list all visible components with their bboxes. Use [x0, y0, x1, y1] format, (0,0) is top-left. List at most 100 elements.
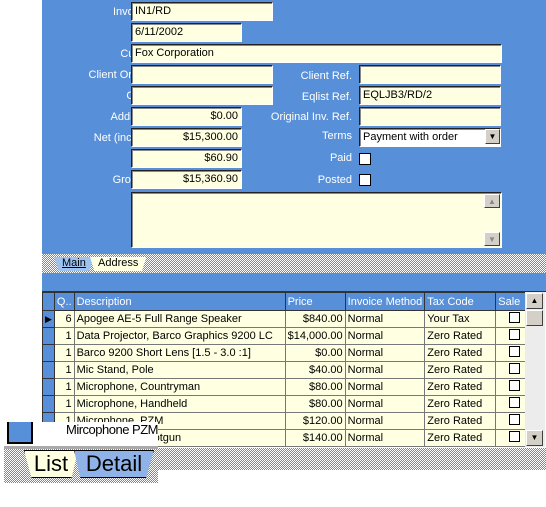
qty-cell[interactable]: 1: [53, 344, 75, 362]
header-tax-code[interactable]: Tax Code: [424, 292, 497, 311]
original-inv-input[interactable]: [359, 107, 501, 126]
invoice-method-cell[interactable]: Normal: [344, 378, 426, 396]
grid-header: Q.. Description Price Invoice Method Tax…: [42, 292, 535, 311]
table-row[interactable]: ▶ 6 Apogee AE-5 Full Range Speaker $840.00 N…: [42, 310, 535, 328]
terms-value: Payment with order: [363, 131, 458, 143]
qty-cell[interactable]: 1: [53, 395, 75, 413]
table-row[interactable]: 1 Mic Stand, Pole $40.00 Normal Zero Rated: [42, 361, 535, 379]
invoice-method-cell[interactable]: Normal: [344, 412, 426, 430]
row-indicator[interactable]: [42, 378, 55, 396]
terms-select[interactable]: Payment with order ▼: [359, 128, 501, 147]
price-cell[interactable]: $140.00: [284, 429, 346, 447]
tab-detail[interactable]: Detail: [74, 450, 154, 478]
invoice-method-cell[interactable]: Normal: [344, 344, 426, 362]
eqlist-ref-input[interactable]: EQLJB3/RD/2: [359, 86, 501, 105]
eqlist-ref-label: Eqlist Ref.: [301, 91, 352, 103]
qty-cell[interactable]: 1: [53, 327, 75, 345]
paid-label: Paid: [329, 152, 352, 164]
sale-checkbox[interactable]: [509, 363, 521, 374]
inset-indicator-cell: [7, 422, 33, 444]
description-cell[interactable]: Apogee AE-5 Full Range Speaker: [73, 310, 286, 328]
table-row[interactable]: 1 Microphone, Handheld $80.00 Normal Zero Ra…: [42, 395, 535, 413]
table-row[interactable]: 1 Data Projector, Barco Graphics 9200 LC $…: [42, 327, 535, 345]
invoice-no-input[interactable]: IN1/RD: [131, 2, 273, 21]
price-cell[interactable]: $80.00: [284, 378, 346, 396]
invoice-method-cell[interactable]: Normal: [344, 395, 426, 413]
row-indicator[interactable]: ▶: [42, 310, 55, 328]
header-description[interactable]: Description: [73, 292, 286, 311]
inset-text-fragment: Mircophone PZM: [66, 422, 158, 437]
scroll-thumb[interactable]: [526, 310, 543, 326]
tab-address[interactable]: Address: [90, 257, 147, 271]
posted-checkbox[interactable]: [359, 174, 371, 186]
qty-cell[interactable]: 1: [53, 378, 75, 396]
description-cell[interactable]: Mic Stand, Pole: [73, 361, 286, 379]
price-cell[interactable]: $120.00: [284, 412, 346, 430]
table-row[interactable]: 1 Microphone, Countryman $80.00 Normal Zero …: [42, 378, 535, 396]
header-price[interactable]: Price: [284, 292, 346, 311]
original-inv-label: Original Inv. Ref.: [270, 111, 352, 123]
invoice-method-cell[interactable]: Normal: [344, 361, 426, 379]
paid-checkbox[interactable]: [359, 153, 371, 165]
tax-code-cell[interactable]: Zero Rated: [424, 395, 497, 413]
header-indicator: [42, 292, 55, 311]
client-ref-input[interactable]: [359, 65, 501, 84]
view-tabs-inset: Mircophone PZM List Detail: [4, 422, 158, 483]
invoice-form-panel: Invoice No. IN1/RD Date 6/11/2002 Custom…: [42, 0, 546, 292]
sale-checkbox[interactable]: [509, 414, 521, 425]
tab-list[interactable]: List: [24, 450, 78, 478]
scroll-up-icon[interactable]: ▲: [526, 293, 543, 309]
row-indicator[interactable]: [42, 395, 55, 413]
sale-checkbox[interactable]: [509, 397, 521, 408]
tab-main[interactable]: Main: [54, 257, 94, 271]
sale-checkbox[interactable]: [509, 431, 521, 442]
tax-code-cell[interactable]: Zero Rated: [424, 344, 497, 362]
sale-checkbox[interactable]: [509, 329, 521, 340]
sale-checkbox[interactable]: [509, 346, 521, 357]
terms-label: Terms: [322, 130, 352, 142]
tab-address-label: Address: [98, 257, 139, 269]
tax-code-cell[interactable]: Zero Rated: [424, 327, 497, 345]
qty-cell[interactable]: 1: [53, 361, 75, 379]
current-row-arrow-icon: ▶: [45, 314, 52, 324]
invoice-method-cell[interactable]: Normal: [344, 327, 426, 345]
description-cell[interactable]: Data Projector, Barco Graphics 9200 LC: [73, 327, 286, 345]
tax-code-cell[interactable]: Zero Rated: [424, 361, 497, 379]
customer-input[interactable]: Fox Corporation: [131, 44, 502, 63]
scroll-up-icon[interactable]: ▲: [484, 194, 500, 208]
tax-code-cell[interactable]: Zero Rated: [424, 412, 497, 430]
date-input[interactable]: 6/11/2002: [131, 23, 242, 42]
tab-list-label: List: [33, 451, 69, 476]
invoice-method-cell[interactable]: Normal: [344, 429, 426, 447]
client-ref-label: Client Ref.: [300, 70, 352, 82]
header-qty[interactable]: Q..: [53, 292, 75, 311]
scroll-down-icon[interactable]: ▼: [484, 232, 500, 246]
price-cell[interactable]: $0.00: [284, 344, 346, 362]
price-cell[interactable]: $840.00: [284, 310, 346, 328]
tax-code-cell[interactable]: Your Tax: [424, 310, 497, 328]
tab-main-label: Main: [62, 257, 86, 269]
chevron-down-icon[interactable]: ▼: [485, 129, 500, 144]
header-invoice-method[interactable]: Invoice Method: [344, 292, 426, 311]
description-cell[interactable]: Barco 9200 Short Lens [1.5 - 3.0 :1]: [73, 344, 286, 362]
invoice-method-cell[interactable]: Normal: [344, 310, 426, 328]
table-row[interactable]: 1 Barco 9200 Short Lens [1.5 - 3.0 :1] $0.…: [42, 344, 535, 362]
price-cell[interactable]: $40.00: [284, 361, 346, 379]
inset-row-fragment: Mircophone PZM: [4, 422, 158, 449]
price-cell[interactable]: $14,000.00: [284, 327, 346, 345]
description-cell[interactable]: Microphone, Handheld: [73, 395, 286, 413]
sale-checkbox[interactable]: [509, 312, 521, 323]
tax-code-cell[interactable]: Zero Rated: [424, 378, 497, 396]
row-indicator[interactable]: [42, 327, 55, 345]
qty-cell[interactable]: 6: [53, 310, 75, 328]
row-indicator[interactable]: [42, 361, 55, 379]
price-cell[interactable]: $80.00: [284, 395, 346, 413]
grid-scrollbar[interactable]: ▲ ▼: [525, 292, 545, 447]
scroll-down-icon[interactable]: ▼: [526, 430, 543, 446]
notes-textarea[interactable]: [131, 192, 502, 248]
tab-detail-label: Detail: [85, 451, 143, 476]
description-cell[interactable]: Microphone, Countryman: [73, 378, 286, 396]
tax-code-cell[interactable]: Zero Rated: [424, 429, 497, 447]
sale-checkbox[interactable]: [509, 380, 521, 391]
row-indicator[interactable]: [42, 344, 55, 362]
